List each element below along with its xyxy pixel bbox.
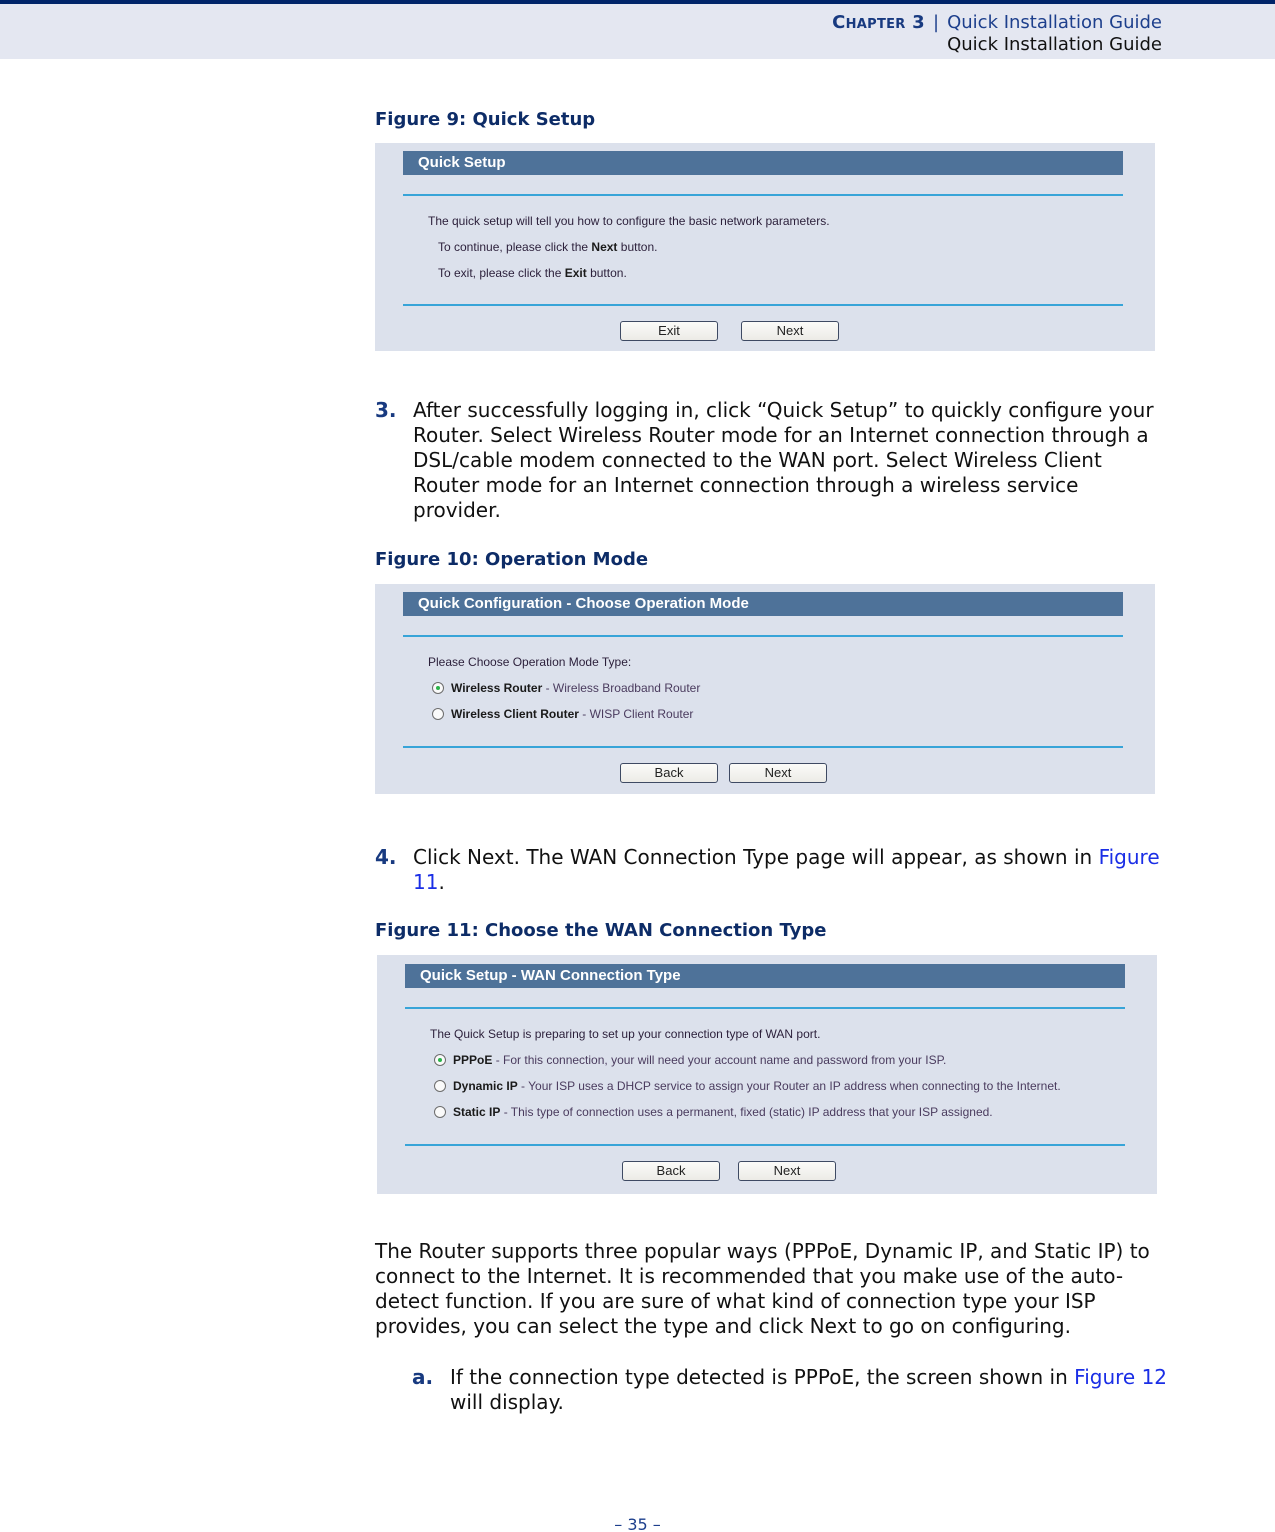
panel-divider	[403, 304, 1123, 306]
panel-divider	[405, 1007, 1125, 1009]
text-bold-exit: Exit	[564, 266, 587, 280]
figure9-quick-setup-panel: Quick Setup The quick setup will tell yo…	[375, 143, 1155, 351]
page-number: – 35 –	[614, 1515, 661, 1532]
radio-option-wireless-client-router[interactable]: Wireless Client Router - WISP Client Rou…	[432, 707, 693, 721]
text-fragment: To continue, please click the	[438, 240, 592, 254]
panel-divider	[403, 194, 1123, 196]
panel-divider	[403, 635, 1123, 637]
text-fragment: button.	[586, 266, 627, 280]
chapter-title: Quick Installation Guide	[947, 12, 1162, 33]
option-label: Wireless Client Router	[451, 707, 579, 721]
text-fragment: Click Next. The WAN Connection Type page…	[413, 845, 1099, 869]
radio-option-wireless-router[interactable]: Wireless Router - Wireless Broadband Rou…	[432, 681, 700, 695]
option-label: PPPoE	[453, 1053, 493, 1067]
figure9-caption: Figure 9: Quick Setup	[375, 109, 596, 130]
figure10-caption: Figure 10: Operation Mode	[375, 549, 649, 570]
step-number: 3.	[375, 398, 397, 422]
chapter-label: Chapter 3	[832, 12, 926, 33]
figure9-intro-text: The quick setup will tell you how to con…	[428, 214, 830, 228]
page-header: Chapter 3 | Quick Installation Guide Quick…	[0, 4, 1275, 59]
step-number: 4.	[375, 845, 397, 869]
step-letter: a.	[412, 1365, 434, 1389]
step-4: 4. Click Next. The WAN Connection Type p…	[375, 845, 1165, 895]
text-bold-next: Next	[591, 240, 618, 254]
section-title: Quick Installation Guide	[947, 34, 1162, 55]
radio-selected-icon[interactable]	[432, 682, 444, 694]
figure9-continue-text: To continue, please click the Next butto…	[438, 240, 657, 254]
figure11-panel-title: Quick Setup - WAN Connection Type	[405, 964, 1125, 988]
panel-divider	[403, 746, 1123, 748]
text-fragment: will display.	[450, 1390, 564, 1414]
header-separator: |	[933, 12, 940, 33]
step-3: 3. After successfully logging in, click …	[375, 398, 1165, 523]
text-fragment: button.	[617, 240, 658, 254]
figure9-panel-title: Quick Setup	[403, 151, 1123, 175]
back-button[interactable]: Back	[620, 763, 718, 783]
option-label: Dynamic IP	[453, 1079, 518, 1093]
wan-connection-prompt: The Quick Setup is preparing to set up y…	[430, 1027, 821, 1041]
radio-option-static-ip[interactable]: Static IP - This type of connection uses…	[434, 1105, 993, 1119]
option-description: - Your ISP uses a DHCP service to assign…	[517, 1079, 1061, 1093]
operation-mode-prompt: Please Choose Operation Mode Type:	[428, 655, 632, 669]
text-fragment: If the connection type detected is PPPoE…	[450, 1365, 1075, 1389]
radio-option-pppoe[interactable]: PPPoE - For this connection, your will n…	[434, 1053, 946, 1067]
option-label: Wireless Router	[451, 681, 543, 695]
option-description: - Wireless Broadband Router	[542, 681, 701, 695]
radio-option-dynamic-ip[interactable]: Dynamic IP - Your ISP uses a DHCP servic…	[434, 1079, 1061, 1093]
option-description: - For this connection, your will need yo…	[492, 1053, 947, 1067]
figure9-exit-text: To exit, please click the Exit button.	[438, 266, 627, 280]
figure11-wan-connection-panel: Quick Setup - WAN Connection Type The Qu…	[377, 955, 1157, 1194]
figure10-operation-mode-panel: Quick Configuration - Choose Operation M…	[375, 584, 1155, 794]
text-fragment: .	[438, 870, 445, 894]
step-text: Click Next. The WAN Connection Type page…	[413, 845, 1165, 895]
step-text: After successfully logging in, click “Qu…	[413, 398, 1154, 522]
back-button[interactable]: Back	[622, 1161, 720, 1181]
connection-types-paragraph: The Router supports three popular ways (…	[375, 1239, 1150, 1338]
exit-button[interactable]: Exit	[620, 321, 718, 341]
header-chapter-line: Chapter 3 | Quick Installation Guide	[832, 12, 1162, 33]
figure-12-link[interactable]: Figure 12	[1074, 1365, 1167, 1389]
panel-divider	[405, 1144, 1125, 1146]
next-button[interactable]: Next	[738, 1161, 836, 1181]
step-a: a. If the connection type detected is PP…	[412, 1365, 1172, 1415]
option-label: Static IP	[453, 1105, 501, 1119]
figure11-caption: Figure 11: Choose the WAN Connection Typ…	[375, 920, 827, 941]
step-text: If the connection type detected is PPPoE…	[450, 1365, 1172, 1415]
next-button[interactable]: Next	[741, 321, 839, 341]
text-fragment: To exit, please click the	[438, 266, 565, 280]
figure10-panel-title: Quick Configuration - Choose Operation M…	[403, 592, 1123, 616]
radio-unselected-icon[interactable]	[432, 708, 444, 720]
option-description: - WISP Client Router	[578, 707, 694, 721]
option-description: - This type of connection uses a permane…	[500, 1105, 993, 1119]
next-button[interactable]: Next	[729, 763, 827, 783]
radio-unselected-icon[interactable]	[434, 1080, 446, 1092]
radio-selected-icon[interactable]	[434, 1054, 446, 1066]
radio-unselected-icon[interactable]	[434, 1106, 446, 1118]
